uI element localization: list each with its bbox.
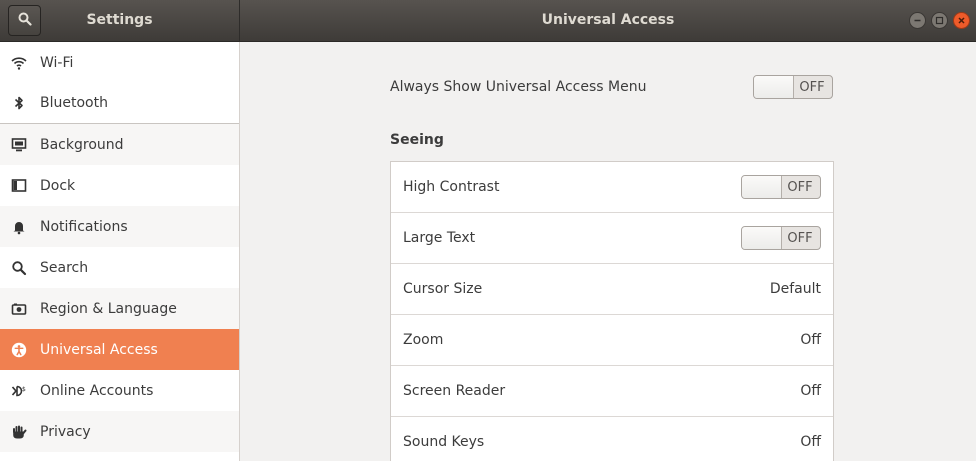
sidebar-item-label: Bluetooth [40, 95, 108, 111]
switch-state: OFF [799, 79, 825, 95]
close-icon [958, 17, 965, 24]
sidebar-item-notifications[interactable]: Notifications [0, 206, 239, 247]
row-label: Sound Keys [403, 434, 485, 450]
online-accounts-icon: $ [11, 383, 27, 399]
sidebar-item-privacy[interactable]: Privacy [0, 411, 239, 452]
window-controls [909, 12, 970, 29]
bluetooth-icon [11, 95, 27, 111]
background-icon [11, 137, 27, 153]
sidebar-item-universal-access[interactable]: Universal Access [0, 329, 239, 370]
switch-knob [742, 176, 782, 198]
cursor-size-row[interactable]: Cursor Size Default [391, 264, 833, 315]
bell-icon [11, 219, 27, 235]
hand-icon [11, 424, 27, 440]
zoom-row[interactable]: Zoom Off [391, 315, 833, 366]
seeing-list: High Contrast OFF Large Text OFF Cursor … [390, 161, 834, 461]
always-show-menu-switch[interactable]: OFF [753, 75, 833, 99]
sidebar-item-search[interactable]: Search [0, 247, 239, 288]
switch-state: OFF [787, 179, 813, 195]
row-label: High Contrast [403, 179, 500, 195]
settings-title: Settings [86, 12, 153, 28]
switch-state: OFF [787, 230, 813, 246]
sidebar-item-wifi[interactable]: Wi-Fi [0, 42, 239, 83]
row-value: Off [800, 383, 821, 399]
sidebar-item-region-language[interactable]: Region & Language [0, 288, 239, 329]
sound-keys-row[interactable]: Sound Keys Off [391, 417, 833, 461]
switch-knob [742, 227, 782, 249]
header-bar: Settings Universal Access [0, 0, 976, 42]
high-contrast-switch[interactable]: OFF [741, 175, 821, 199]
sidebar-item-label: Search [40, 259, 89, 276]
dock-icon [11, 178, 27, 194]
minimize-icon [914, 19, 921, 22]
row-value: Off [800, 332, 821, 348]
page-title: Universal Access [541, 12, 675, 28]
header-left: Settings [0, 0, 240, 42]
sidebar-item-label: Privacy [40, 423, 91, 440]
switch-knob [754, 76, 794, 98]
sidebar-item-label: Universal Access [40, 341, 158, 358]
maximize-icon [935, 16, 944, 25]
header-right: Universal Access [240, 0, 976, 41]
close-button[interactable] [953, 12, 970, 29]
row-value: Default [769, 281, 821, 297]
row-value: Off [800, 434, 821, 450]
sidebar-item-label: Region & Language [40, 300, 177, 317]
search-icon [11, 260, 27, 276]
sidebar: Wi-Fi Bluetooth Background Dock Notifica… [0, 42, 240, 461]
row-label: Cursor Size [403, 281, 483, 297]
svg-text:$: $ [22, 386, 26, 393]
maximize-button[interactable] [931, 12, 948, 29]
sidebar-item-label: Notifications [40, 218, 128, 235]
wifi-icon [11, 55, 27, 71]
camera-icon [11, 301, 27, 317]
section-title-seeing: Seeing [390, 132, 444, 148]
sidebar-item-label: Online Accounts [40, 382, 154, 399]
minimize-button[interactable] [909, 12, 926, 29]
large-text-switch[interactable]: OFF [741, 226, 821, 250]
sidebar-item-bluetooth[interactable]: Bluetooth [0, 83, 239, 124]
sidebar-item-background[interactable]: Background [0, 124, 239, 165]
sidebar-item-label: Wi-Fi [40, 54, 74, 71]
row-label: Screen Reader [403, 383, 506, 399]
large-text-row[interactable]: Large Text OFF [391, 213, 833, 264]
screen-reader-row[interactable]: Screen Reader Off [391, 366, 833, 417]
sidebar-item-online-accounts[interactable]: $ Online Accounts [0, 370, 239, 411]
accessibility-icon [11, 342, 27, 358]
sidebar-item-dock[interactable]: Dock [0, 165, 239, 206]
row-label: Zoom [403, 332, 444, 348]
row-label: Large Text [403, 230, 476, 246]
sidebar-item-label: Background [40, 136, 124, 153]
main-panel: Always Show Universal Access Menu OFF Se… [241, 42, 976, 461]
always-show-menu-row: Always Show Universal Access Menu OFF [390, 75, 833, 99]
high-contrast-row[interactable]: High Contrast OFF [391, 162, 833, 213]
always-show-menu-label: Always Show Universal Access Menu [390, 79, 647, 95]
sidebar-item-label: Dock [40, 177, 76, 194]
